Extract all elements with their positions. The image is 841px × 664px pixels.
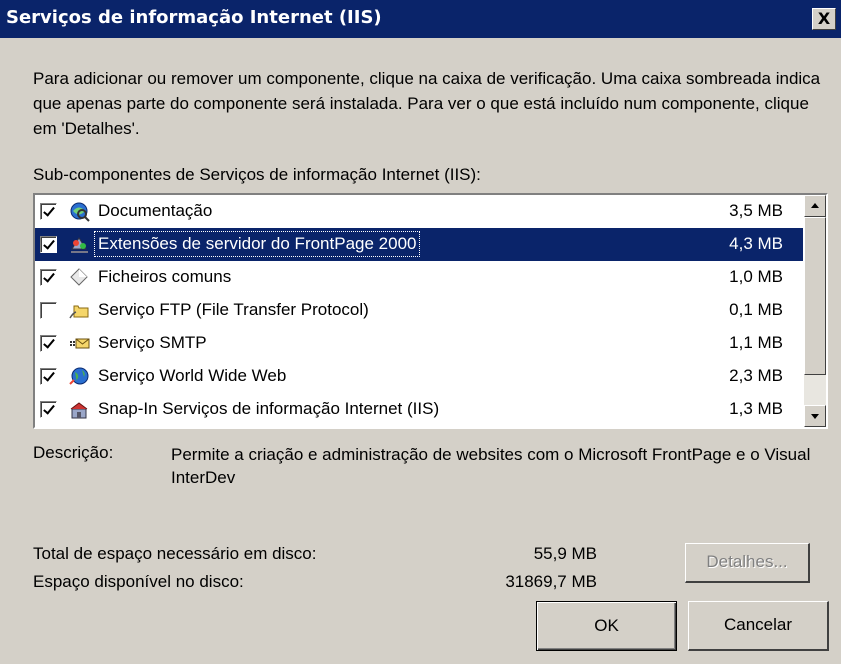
component-size: 0,1 MB — [729, 300, 783, 319]
component-size: 3,5 MB — [729, 201, 783, 220]
cancel-button[interactable]: Cancelar — [688, 601, 829, 651]
list-item[interactable]: Snap-In Serviços de informação Internet … — [35, 393, 803, 426]
list-rows: Documentação 3,5 MB Extensões de servidor … — [35, 195, 803, 426]
list-item[interactable]: Serviço World Wide Web 2,3 MB — [35, 360, 803, 393]
subcomponents-list[interactable]: Documentação 3,5 MB Extensões de servidor … — [33, 193, 828, 429]
disk-required-value: 55,9 MB — [533, 544, 597, 563]
disk-required-label: Total de espaço necessário em disco: — [33, 544, 317, 563]
list-item[interactable]: Serviço FTP (File Transfer Protocol) 0,1 … — [35, 294, 803, 327]
component-checkbox[interactable] — [40, 236, 57, 253]
component-label: Extensões de servidor do FrontPage 2000 — [93, 231, 421, 257]
component-label: Documentação — [98, 201, 213, 220]
list-item[interactable]: Documentação 3,5 MB — [35, 195, 803, 228]
component-label: Serviço World Wide Web — [98, 366, 287, 385]
component-label: Snap-In Serviços de informação Internet … — [98, 399, 440, 418]
component-label: Ficheiros comuns — [98, 267, 232, 286]
component-checkbox[interactable] — [40, 302, 57, 319]
arrow-up-icon — [811, 203, 819, 208]
component-checkbox[interactable] — [40, 203, 57, 220]
disk-available-label: Espaço disponível no disco: — [33, 572, 244, 591]
component-size: 1,3 MB — [729, 399, 783, 418]
common-files-icon — [69, 267, 90, 288]
scroll-up-button[interactable] — [804, 195, 826, 217]
description-label: Descrição: — [33, 443, 114, 462]
component-size: 1,0 MB — [729, 267, 783, 286]
list-caption: Sub-componentes de Serviços de informaçã… — [33, 165, 481, 184]
close-button[interactable]: X — [812, 8, 836, 30]
scroll-down-button[interactable] — [804, 405, 826, 427]
component-checkbox[interactable] — [40, 269, 57, 286]
details-button[interactable]: Detalhes... — [685, 543, 810, 583]
www-globe-icon — [69, 366, 90, 387]
arrow-down-icon — [811, 414, 819, 419]
component-size: 1,1 MB — [729, 333, 783, 352]
close-icon: X — [817, 9, 831, 28]
frontpage-extensions-icon — [69, 234, 90, 255]
component-checkbox[interactable] — [40, 368, 57, 385]
intro-text: Para adicionar ou remover um componente,… — [33, 69, 821, 138]
list-item[interactable]: Serviço SMTP 1,1 MB — [35, 327, 803, 360]
component-checkbox[interactable] — [40, 401, 57, 418]
ftp-folder-icon — [69, 300, 90, 321]
snap-in-icon — [69, 399, 90, 420]
list-item[interactable]: Ficheiros comuns 1,0 MB — [35, 261, 803, 294]
scrollbar-thumb[interactable] — [804, 217, 826, 375]
smtp-mail-icon — [69, 333, 90, 354]
ok-button[interactable]: OK — [536, 601, 677, 651]
title-bar[interactable]: Serviços de informação Internet (IIS) X — [0, 0, 841, 38]
vertical-scrollbar[interactable] — [804, 195, 826, 427]
window-title: Serviços de informação Internet (IIS) — [6, 7, 382, 28]
description-text: Permite a criação e administração de web… — [171, 445, 811, 487]
list-item[interactable]: Extensões de servidor do FrontPage 2000 4… — [35, 228, 803, 261]
disk-available-value: 31869,7 MB — [505, 572, 597, 591]
component-label: Serviço SMTP — [98, 333, 207, 352]
documentation-icon — [69, 201, 90, 222]
component-checkbox[interactable] — [40, 335, 57, 352]
component-label: Serviço FTP (File Transfer Protocol) — [98, 300, 369, 319]
component-size: 4,3 MB — [729, 234, 783, 253]
iis-dialog: Serviços de informação Internet (IIS) X … — [0, 0, 841, 664]
component-size: 2,3 MB — [729, 366, 783, 385]
